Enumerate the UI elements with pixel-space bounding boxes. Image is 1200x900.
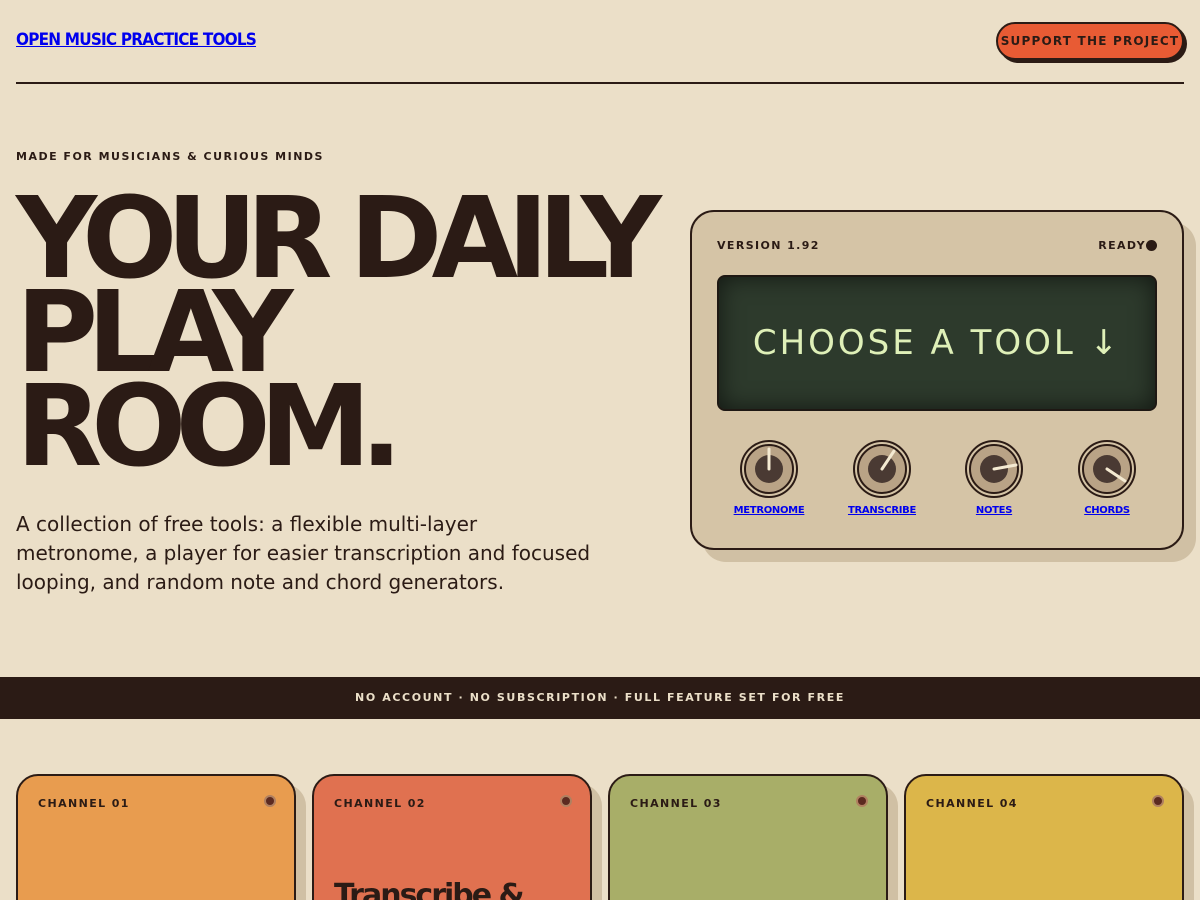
channel-led-icon (856, 795, 868, 807)
site-header: OPEN MUSIC PRACTICE TOOLS SUPPORT THE PR… (16, 0, 1184, 84)
transcribe-knob[interactable] (852, 439, 912, 499)
knob-icon (853, 440, 911, 498)
hero-title-line: ROOM. (16, 362, 403, 492)
channel-label: CHANNEL 01 (38, 797, 130, 810)
version-label: VERSION 1.92 (717, 239, 820, 252)
support-project-button[interactable]: SUPPORT THE PROJECT (996, 22, 1184, 60)
notes-knob[interactable] (964, 439, 1024, 499)
hero-title: YOUR DAILY PLAY ROOM. (16, 183, 676, 492)
channel-title: Transcribe & (334, 878, 525, 900)
channel-label: CHANNEL 03 (630, 797, 722, 810)
metronome-knob[interactable] (739, 439, 799, 499)
status-led-icon (1146, 240, 1157, 251)
knob-icon (740, 440, 798, 498)
channel-card-04[interactable]: CHANNEL 04 (904, 774, 1184, 900)
site-logo-link[interactable]: OPEN MUSIC PRACTICE TOOLS (16, 30, 257, 50)
channel-card-03[interactable]: CHANNEL 03 (608, 774, 888, 900)
chords-link[interactable]: CHORDS (1052, 505, 1162, 516)
channel-card-01[interactable]: CHANNEL 01 (16, 774, 296, 900)
channel-label: CHANNEL 02 (334, 797, 426, 810)
metronome-link[interactable]: METRONOME (714, 505, 824, 516)
transcribe-link[interactable]: TRANSCRIBE (827, 505, 937, 516)
hero-description: A collection of free tools: a flexible m… (16, 512, 591, 594)
status-label: READY (1098, 239, 1146, 252)
device-screen: CHOOSE A TOOL ↓ (717, 275, 1157, 411)
channel-card-02[interactable]: CHANNEL 02 Transcribe & (312, 774, 592, 900)
chords-knob[interactable] (1077, 439, 1137, 499)
hero-eyebrow: MADE FOR MUSICIANS & CURIOUS MINDS (16, 150, 324, 163)
notes-link[interactable]: NOTES (939, 505, 1049, 516)
tool-selector-device: VERSION 1.92 READY CHOOSE A TOOL ↓ METRO… (690, 210, 1184, 550)
channel-led-icon (264, 795, 276, 807)
feature-banner: NO ACCOUNT · NO SUBSCRIPTION · FULL FEAT… (0, 677, 1200, 719)
knob-icon (1078, 440, 1136, 498)
channel-led-icon (560, 795, 572, 807)
channel-label: CHANNEL 04 (926, 797, 1018, 810)
channel-led-icon (1152, 795, 1164, 807)
knob-icon (965, 440, 1023, 498)
